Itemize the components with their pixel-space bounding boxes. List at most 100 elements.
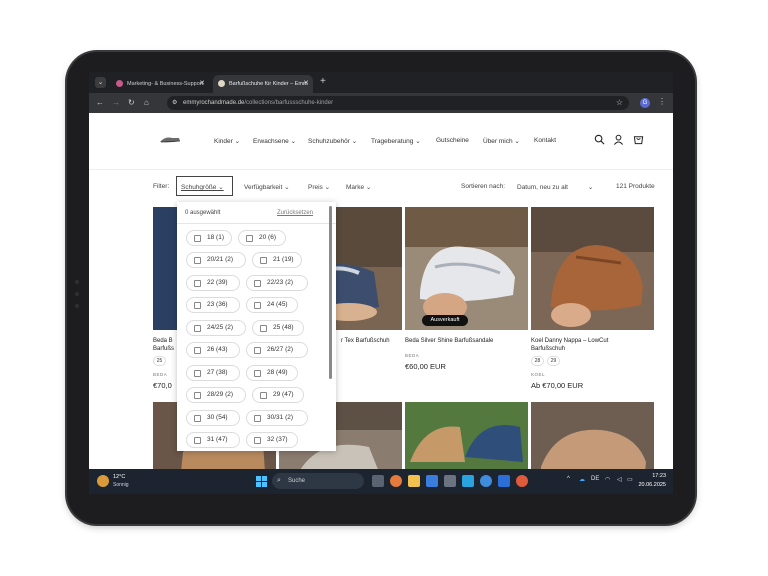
store-icon[interactable] [444,475,456,487]
product-title[interactable]: Koel Danny Nappa – LowCut [531,337,608,345]
size-option-27[interactable]: 27 (38) [186,365,240,381]
checkbox[interactable] [194,256,201,264]
size-option-26[interactable]: 26 (43) [186,342,240,358]
nav-item-erwachsene[interactable]: Erwachsene ⌄ [253,137,296,145]
address-bar[interactable]: ⚙ emmyrochandmade.de/collections/barfuss… [167,96,629,110]
nav-item-kinder[interactable]: Kinder ⌄ [214,137,240,145]
nav-item-kontakt[interactable]: Kontakt [534,137,556,144]
checkbox[interactable] [254,414,261,422]
product-title[interactable]: Beda Silver Shine Barfußsandale [405,337,493,345]
checkbox[interactable] [254,279,261,287]
task-view-icon[interactable] [372,475,384,487]
search-icon[interactable] [594,134,605,145]
nav-item-schuhzubehoer[interactable]: Schuhzubehör ⌄ [308,137,357,145]
checkbox[interactable] [260,256,267,264]
size-option-31[interactable]: 31 (47) [186,432,240,448]
home-icon[interactable]: ⌂ [144,97,149,109]
outlook-icon[interactable] [426,475,438,487]
filter-availability[interactable]: Verfügbarkeit ⌄ [244,183,290,191]
profile-avatar[interactable]: G [640,98,650,108]
checkbox[interactable] [260,324,267,332]
size-option-24[interactable]: 24 (45) [246,297,298,313]
shop-logo-icon[interactable] [159,135,181,144]
wifi-icon[interactable]: ◠ [605,476,610,483]
copilot-icon[interactable] [390,475,402,487]
close-tab-icon[interactable]: ✕ [303,75,309,93]
size-option-23[interactable]: 23 (36) [186,297,240,313]
size-option-22-23[interactable]: 22/23 (2) [246,275,308,291]
checkbox[interactable] [254,436,261,444]
chrome-icon[interactable] [516,475,528,487]
size-option-20-21[interactable]: 20/21 (2) [186,252,246,268]
bookmark-star-icon[interactable]: ☆ [616,96,623,110]
reload-icon[interactable]: ↻ [128,97,135,109]
size-option-22[interactable]: 22 (39) [186,275,240,291]
size-option-29[interactable]: 29 (47) [252,387,304,403]
app-icon[interactable] [462,475,474,487]
checkbox[interactable] [260,391,267,399]
account-icon[interactable] [613,134,624,145]
nav-item-gutscheine[interactable]: Gutscheine [436,137,469,144]
nav-item-trageberatung[interactable]: Trageberatung ⌄ [371,137,421,145]
reset-link[interactable]: Zurücksetzen [277,210,313,216]
cart-icon[interactable] [633,134,644,145]
checkbox[interactable] [194,391,201,399]
close-tab-icon[interactable]: ✕ [199,75,205,93]
nav-item-ueber-mich[interactable]: Über mich ⌄ [483,137,520,145]
product-image[interactable] [531,207,654,330]
filter-price[interactable]: Preis ⌄ [308,183,330,191]
size-option-18[interactable]: 18 (1) [186,230,232,246]
checkbox[interactable] [194,234,201,242]
sort-select[interactable]: Datum, neu zu alt ⌄ [517,183,593,191]
size-option-25[interactable]: 25 (48) [252,320,304,336]
site-info-icon[interactable]: ⚙ [172,96,177,110]
weather-condition[interactable]: Sonnig [113,482,129,488]
weather-sun-icon[interactable] [97,475,109,487]
checkbox[interactable] [194,324,201,332]
checkbox[interactable] [194,346,201,354]
checkbox[interactable] [254,346,261,354]
checkbox[interactable] [194,301,201,309]
onedrive-icon[interactable]: ☁ [579,476,585,483]
app-icon[interactable] [498,475,510,487]
product-title[interactable]: Beda B [153,337,173,345]
keyboard-language[interactable]: DE [591,476,599,482]
dropdown-scrollbar[interactable] [329,206,332,379]
checkbox[interactable] [194,436,201,444]
filter-size-label[interactable]: Schuhgröße ⌄ [181,183,224,191]
product-title[interactable]: r Tex Barfußschuh [341,337,390,345]
checkbox[interactable] [194,279,201,287]
tray-chevron-icon[interactable]: ^ [567,476,570,482]
size-option-30-31[interactable]: 30/31 (2) [246,410,308,426]
checkbox[interactable] [254,301,261,309]
product-image[interactable] [531,402,654,472]
taskbar-search-input[interactable]: ⌕ Suche [272,473,364,489]
product-title-line2[interactable]: Barfußschuh [531,345,565,353]
product-title-line2[interactable]: Barfußs [153,345,174,353]
size-option-24-25[interactable]: 24/25 (2) [186,320,246,336]
clock-date[interactable]: 20.06.2025 [632,482,666,488]
browser-menu-icon[interactable]: ⋮ [658,97,666,106]
size-option-30[interactable]: 30 (54) [186,410,240,426]
file-explorer-icon[interactable] [408,475,420,487]
size-option-26-27[interactable]: 26/27 (2) [246,342,308,358]
tab-search-icon[interactable]: ⌄ [95,77,106,88]
browser-tab[interactable]: Marketing- & Business-Support ✕ [111,75,209,93]
new-tab-button[interactable]: + [320,75,326,89]
product-image[interactable] [405,207,528,330]
filter-brand[interactable]: Marke ⌄ [346,183,371,191]
product-image[interactable] [405,402,528,472]
checkbox[interactable] [194,414,201,422]
clock-time[interactable]: 17:23 [644,473,666,479]
browser-tab-active[interactable]: Barfußschuhe für Kinder – Emm ✕ [213,75,313,93]
checkbox[interactable] [246,234,253,242]
size-option-20[interactable]: 20 (6) [238,230,286,246]
size-option-28-29[interactable]: 28/29 (2) [186,387,246,403]
checkbox[interactable] [194,369,201,377]
size-option-21[interactable]: 21 (19) [252,252,302,268]
size-option-28[interactable]: 28 (49) [246,365,298,381]
windows-start-icon[interactable] [256,476,267,487]
weather-temperature[interactable]: 12°C [113,474,125,480]
volume-icon[interactable]: ◁ [617,476,622,483]
size-option-32[interactable]: 32 (37) [246,432,298,448]
